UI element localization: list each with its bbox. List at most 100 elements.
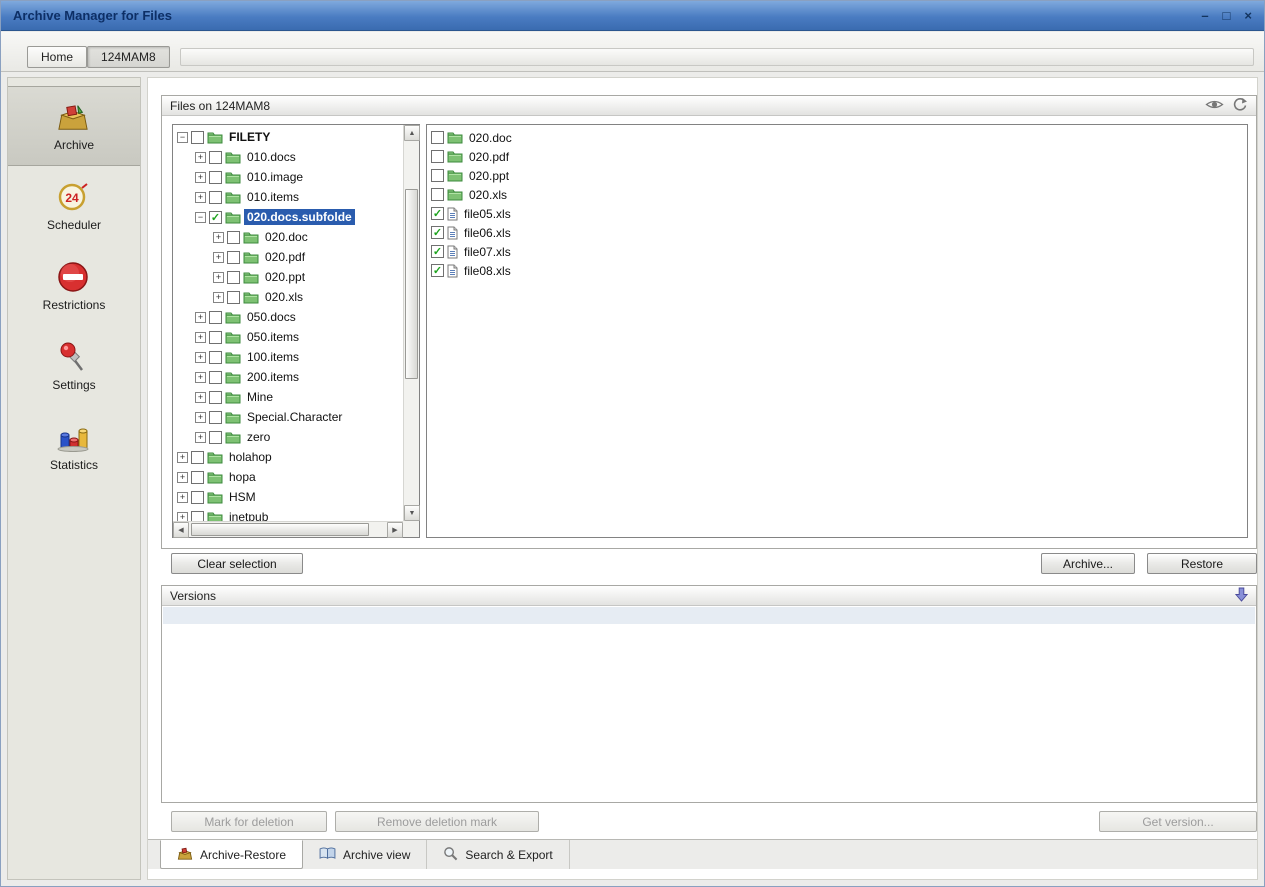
get-version-button[interactable]: Get version... (1099, 811, 1257, 832)
eye-icon[interactable] (1205, 98, 1224, 114)
file-list-item[interactable]: 020.xls (431, 185, 1247, 204)
close-button[interactable]: × (1244, 9, 1252, 22)
file-checkbox[interactable]: ✓ (431, 245, 444, 258)
tree-node-label[interactable]: 020.docs.subfolde (244, 209, 355, 225)
tree-node[interactable]: +020.ppt (175, 267, 403, 287)
file-checkbox[interactable] (431, 188, 444, 201)
file-list-item[interactable]: ✓ file06.xls (431, 223, 1247, 242)
tree-node[interactable]: +050.items (175, 327, 403, 347)
expand-icon[interactable]: + (195, 392, 206, 403)
expand-icon[interactable]: + (195, 432, 206, 443)
tab-home[interactable]: Home (27, 46, 87, 68)
expand-icon[interactable]: + (195, 372, 206, 383)
tab-archive-view[interactable]: Archive view (303, 840, 427, 869)
tab-archive-restore[interactable]: Archive-Restore (160, 840, 303, 869)
scroll-right-icon[interactable]: ▶ (387, 522, 403, 538)
tree-checkbox[interactable] (209, 391, 222, 404)
minimize-button[interactable]: – (1201, 9, 1208, 22)
versions-empty-row[interactable] (163, 607, 1255, 624)
tree-node-label[interactable]: 010.docs (244, 149, 299, 165)
expand-icon[interactable]: + (195, 352, 206, 363)
file-checkbox[interactable] (431, 131, 444, 144)
expand-icon[interactable]: + (195, 192, 206, 203)
tree-node[interactable]: +Special.Character (175, 407, 403, 427)
file-name[interactable]: file07.xls (461, 245, 514, 259)
file-list-item[interactable]: ✓file08.xls (431, 261, 1247, 280)
remove-deletion-mark-button[interactable]: Remove deletion mark (335, 811, 539, 832)
collapse-icon[interactable]: − (177, 132, 188, 143)
tab-124mam8[interactable]: 124MAM8 (87, 46, 170, 68)
sidebar-item-settings[interactable]: Settings (8, 326, 140, 406)
tree-node-label[interactable]: 020.pdf (262, 249, 308, 265)
tree-checkbox[interactable] (209, 371, 222, 384)
tree-checkbox[interactable] (209, 311, 222, 324)
tree-node[interactable]: + Mine (175, 387, 403, 407)
tree-checkbox[interactable] (209, 351, 222, 364)
tree-node[interactable]: −✓020.docs.subfolde (175, 207, 403, 227)
expand-icon[interactable]: + (213, 252, 224, 263)
expand-icon[interactable]: + (195, 152, 206, 163)
file-list-item[interactable]: 020.ppt (431, 166, 1247, 185)
sidebar-item-statistics[interactable]: Statistics (8, 406, 140, 486)
tree-node-label[interactable]: 010.items (244, 189, 302, 205)
file-list-item[interactable]: 020.pdf (431, 147, 1247, 166)
restore-button[interactable]: Restore (1147, 553, 1257, 574)
file-checkbox[interactable] (431, 150, 444, 163)
file-name[interactable]: 020.doc (466, 131, 515, 145)
tree-node-label[interactable]: 100.items (244, 349, 302, 365)
tree-checkbox[interactable] (191, 131, 204, 144)
file-list-item[interactable]: ✓file05.xls (431, 204, 1247, 223)
tree-checkbox[interactable] (191, 511, 204, 522)
sidebar-item-scheduler[interactable]: 24 Scheduler (8, 166, 140, 246)
expand-icon[interactable]: + (213, 272, 224, 283)
expand-icon[interactable]: + (177, 472, 188, 483)
tree-node-label[interactable]: Mine (244, 389, 276, 405)
tree-node[interactable]: + zero (175, 427, 403, 447)
refresh-icon[interactable] (1232, 97, 1248, 115)
scroll-down-icon[interactable]: ▼ (404, 505, 420, 521)
tree-node[interactable]: +inetpub (175, 507, 403, 521)
tree-checkbox[interactable] (209, 411, 222, 424)
tree-node[interactable]: +200.items (175, 367, 403, 387)
sidebar-item-archive[interactable]: Archive (8, 86, 140, 166)
file-name[interactable]: file06.xls (461, 226, 514, 240)
mark-for-deletion-button[interactable]: Mark for deletion (171, 811, 327, 832)
tree-node-label[interactable]: 050.items (244, 329, 302, 345)
file-list-item[interactable]: ✓ file07.xls (431, 242, 1247, 261)
tree-node-label[interactable]: zero (244, 429, 273, 445)
scrollbar-thumb[interactable] (405, 189, 418, 379)
tree-checkbox[interactable] (209, 431, 222, 444)
tree-checkbox[interactable] (227, 291, 240, 304)
expand-icon[interactable]: + (213, 292, 224, 303)
tree-checkbox[interactable] (209, 331, 222, 344)
sidebar-item-restrictions[interactable]: Restrictions (8, 246, 140, 326)
tree-checkbox[interactable] (191, 491, 204, 504)
tree-node[interactable]: −FILETY (175, 127, 403, 147)
expand-icon[interactable]: + (195, 332, 206, 343)
tree-node-label[interactable]: 010.image (244, 169, 306, 185)
tree-node[interactable]: +020.pdf (175, 247, 403, 267)
tree-node[interactable]: +020.xls (175, 287, 403, 307)
file-name[interactable]: 020.pdf (466, 150, 512, 164)
tree-node[interactable]: + hopa (175, 467, 403, 487)
tree-node-label[interactable]: 200.items (244, 369, 302, 385)
file-list-item[interactable]: 020.doc (431, 128, 1247, 147)
file-name[interactable]: file05.xls (461, 207, 514, 221)
tree-node-label[interactable]: 050.docs (244, 309, 299, 325)
tree-checkbox[interactable] (191, 471, 204, 484)
tree-checkbox[interactable] (209, 191, 222, 204)
maximize-button[interactable]: □ (1223, 9, 1231, 22)
expand-icon[interactable]: + (195, 172, 206, 183)
clear-selection-button[interactable]: Clear selection (171, 553, 303, 574)
tab-search-export[interactable]: Search & Export (427, 840, 569, 869)
tree-checkbox[interactable] (227, 251, 240, 264)
tree-node-label[interactable]: 020.doc (262, 229, 311, 245)
file-checkbox[interactable]: ✓ (431, 226, 444, 239)
tree-node-label[interactable]: Special.Character (244, 409, 345, 425)
tree-checkbox[interactable] (227, 231, 240, 244)
tree-node-label[interactable]: hopa (226, 469, 259, 485)
file-name[interactable]: file08.xls (461, 264, 514, 278)
expand-icon[interactable]: + (177, 512, 188, 522)
tree-checkbox[interactable]: ✓ (209, 211, 222, 224)
tree-node[interactable]: +100.items (175, 347, 403, 367)
